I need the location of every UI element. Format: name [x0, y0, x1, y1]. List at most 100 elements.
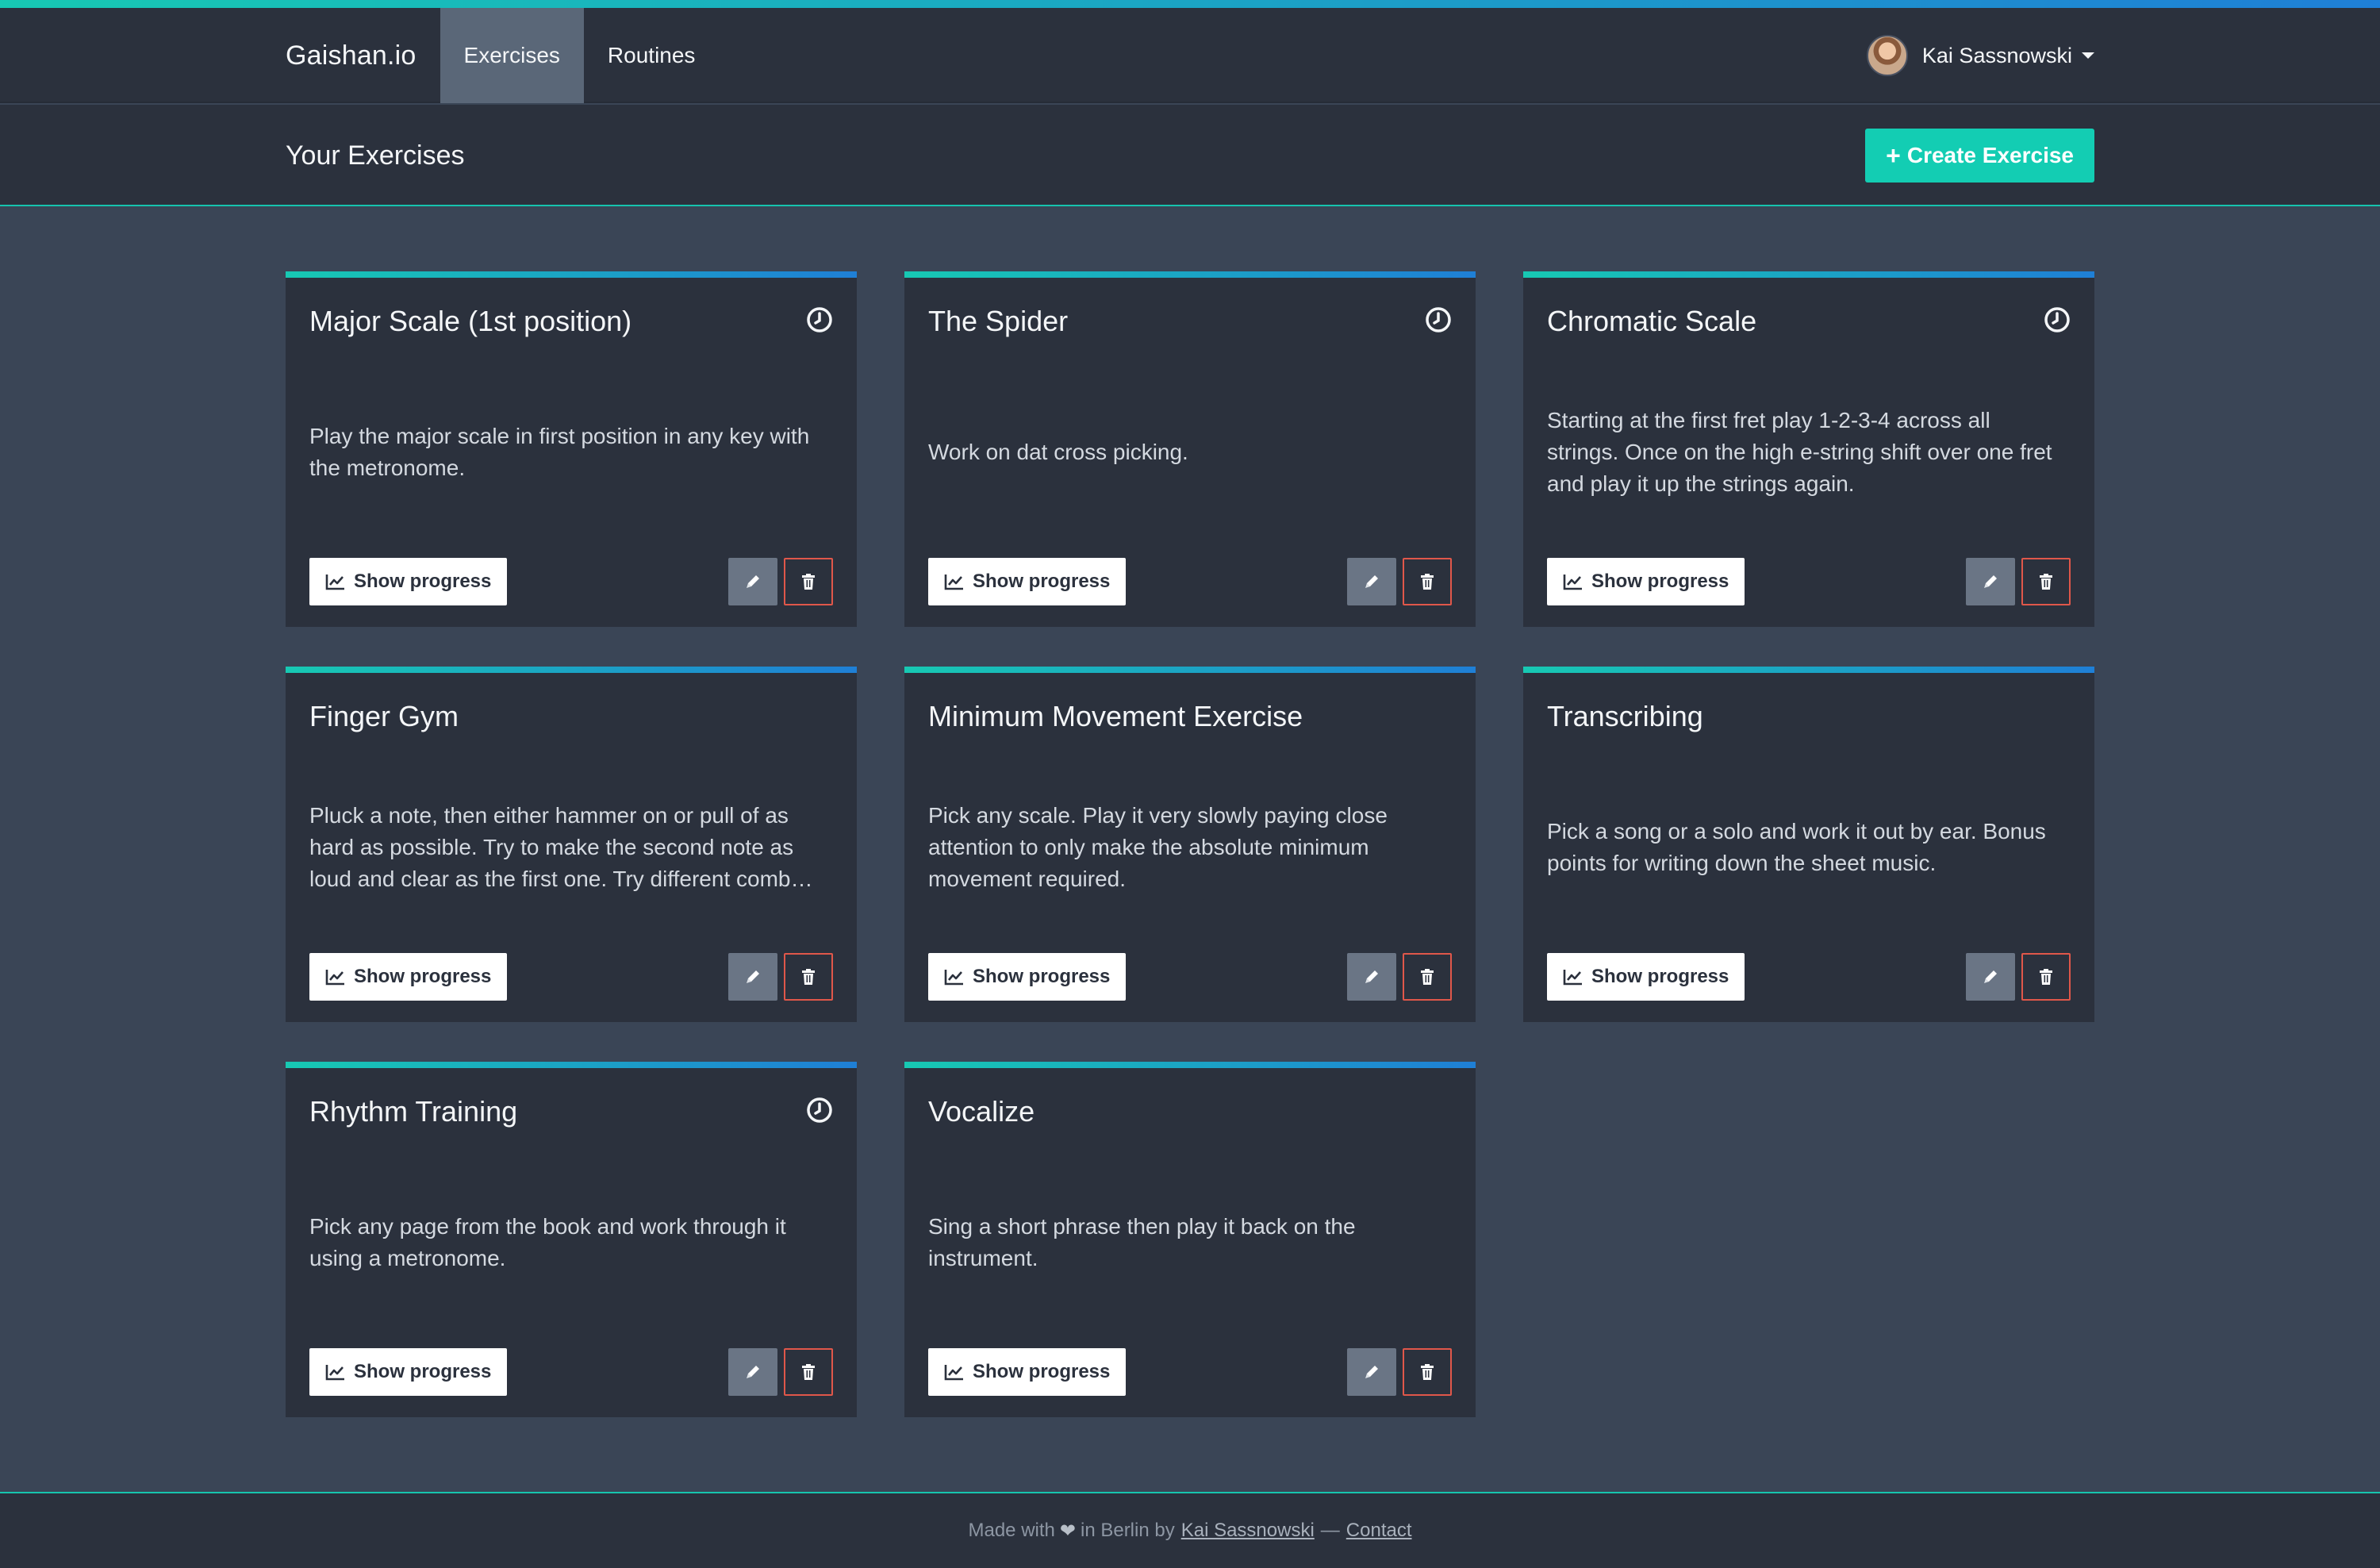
exercise-title: Minimum Movement Exercise: [928, 700, 1303, 732]
exercise-card: Vocalize Sing a short phrase then play i…: [904, 1062, 1476, 1417]
delete-button[interactable]: [2021, 953, 2071, 1001]
delete-button[interactable]: [784, 1348, 833, 1396]
delete-button[interactable]: [1403, 558, 1452, 605]
exercise-title: The Spider: [928, 305, 1069, 337]
exercise-grid: Major Scale (1st position) Play the majo…: [286, 271, 2094, 1417]
heart-icon: ❤: [1059, 1520, 1076, 1542]
exercise-title: Vocalize: [928, 1095, 1035, 1128]
clock-icon[interactable]: [2044, 306, 2071, 333]
chart-line-icon: [1563, 575, 1582, 590]
exercise-card: Finger Gym Pluck a note, then either ham…: [286, 667, 857, 1022]
delete-button[interactable]: [1403, 1348, 1452, 1396]
delete-button[interactable]: [2021, 558, 2071, 605]
navbar-inner: Gaishan.io Exercises Routines Kai Sassno…: [286, 8, 2094, 103]
show-progress-button[interactable]: Show progress: [309, 1348, 508, 1396]
exercise-card: Chromatic Scale Starting at the first fr…: [1523, 271, 2094, 627]
delete-button[interactable]: [784, 558, 833, 605]
clock-icon[interactable]: [806, 1097, 833, 1124]
trash-icon: [802, 969, 815, 985]
navbar: Gaishan.io Exercises Routines Kai Sassno…: [0, 8, 2380, 103]
show-progress-button[interactable]: Show progress: [928, 1348, 1127, 1396]
exercise-description: Sing a short phrase then play it back on…: [928, 1214, 1356, 1270]
show-progress-button[interactable]: Show progress: [928, 953, 1127, 1001]
trash-icon: [802, 574, 815, 590]
show-progress-label: Show progress: [354, 966, 492, 987]
exercise-card: Transcribing Pick a song or a solo and w…: [1523, 667, 2094, 1022]
exercise-card: Rhythm Training Pick any page from the b…: [286, 1062, 857, 1417]
exercise-description: Work on dat cross picking.: [928, 440, 1188, 464]
pencil-icon: [747, 970, 759, 983]
trash-icon: [2040, 969, 2052, 985]
page-header-inner: Your Exercises + Create Exercise: [286, 105, 2094, 206]
show-progress-button[interactable]: Show progress: [1547, 953, 1745, 1001]
create-exercise-button[interactable]: + Create Exercise: [1865, 129, 2094, 183]
clock-icon[interactable]: [806, 306, 833, 333]
exercise-description-wrap: Pick any scale. Play it very slowly payi…: [928, 768, 1444, 927]
top-accent-bar: [0, 0, 2380, 8]
exercise-description: Pick any scale. Play it very slowly payi…: [928, 803, 1388, 891]
edit-button[interactable]: [1347, 1348, 1396, 1396]
exercise-card: Minimum Movement Exercise Pick any scale…: [904, 667, 1476, 1022]
delete-button[interactable]: [1403, 953, 1452, 1001]
chart-line-icon: [1563, 970, 1582, 986]
chevron-down-icon: [2082, 52, 2094, 59]
exercise-title: Transcribing: [1547, 700, 1703, 732]
trash-icon: [802, 1364, 815, 1380]
plus-icon: +: [1886, 140, 1901, 170]
chart-line-icon: [944, 970, 963, 986]
chart-line-icon: [325, 1365, 344, 1381]
show-progress-button[interactable]: Show progress: [928, 558, 1127, 605]
exercise-description: Pick a song or a solo and work it out by…: [1547, 819, 2046, 875]
edit-button[interactable]: [728, 953, 777, 1001]
show-progress-button[interactable]: Show progress: [1547, 558, 1745, 605]
footer-made-with: Made with: [968, 1520, 1055, 1541]
exercise-description-wrap: Play the major scale in first position i…: [309, 373, 825, 532]
show-progress-label: Show progress: [354, 1361, 492, 1382]
chart-line-icon: [325, 970, 344, 986]
exercise-description: Play the major scale in first position i…: [309, 424, 810, 480]
show-progress-label: Show progress: [973, 966, 1111, 987]
show-progress-label: Show progress: [1591, 571, 1729, 592]
exercise-description-wrap: Pluck a note, then either hammer on or p…: [309, 768, 825, 927]
exercise-title: Rhythm Training: [309, 1095, 518, 1128]
footer-in-berlin: in Berlin by: [1080, 1520, 1175, 1541]
nav-link-exercises[interactable]: Exercises: [440, 8, 584, 103]
trash-icon: [1421, 1364, 1434, 1380]
create-exercise-label: Create Exercise: [1906, 143, 2074, 167]
pencil-icon: [1365, 575, 1378, 588]
show-progress-button[interactable]: Show progress: [309, 558, 508, 605]
avatar: [1866, 35, 1908, 76]
page-title: Your Exercises: [286, 140, 465, 171]
footer-contact-link[interactable]: Contact: [1346, 1520, 1412, 1542]
exercise-title: Chromatic Scale: [1547, 305, 1757, 337]
edit-button[interactable]: [728, 1348, 777, 1396]
exercise-description-wrap: Work on dat cross picking.: [928, 373, 1444, 532]
edit-button[interactable]: [1347, 558, 1396, 605]
delete-button[interactable]: [784, 953, 833, 1001]
exercise-description-wrap: Pick a song or a solo and work it out by…: [1547, 768, 2063, 927]
nav-link-routines[interactable]: Routines: [584, 8, 720, 103]
footer: Made with ❤ in Berlin by Kai Sassnowski …: [0, 1492, 2380, 1568]
pencil-icon: [1984, 970, 1997, 983]
edit-button[interactable]: [1347, 953, 1396, 1001]
exercise-title: Major Scale (1st position): [309, 305, 632, 337]
show-progress-label: Show progress: [973, 571, 1111, 592]
clock-icon[interactable]: [1425, 306, 1452, 333]
edit-button[interactable]: [728, 558, 777, 605]
chart-line-icon: [944, 575, 963, 590]
brand-logo[interactable]: Gaishan.io: [286, 40, 416, 71]
exercise-description: Starting at the first fret play 1-2-3-4 …: [1547, 408, 2052, 496]
show-progress-label: Show progress: [1591, 966, 1729, 987]
exercise-card: The Spider Work on dat cross picking. Sh…: [904, 271, 1476, 627]
user-menu[interactable]: Kai Sassnowski: [1866, 35, 2094, 76]
exercise-description: Pluck a note, then either hammer on or p…: [309, 803, 813, 891]
footer-author-link[interactable]: Kai Sassnowski: [1181, 1520, 1315, 1542]
show-progress-button[interactable]: Show progress: [309, 953, 508, 1001]
exercise-description: Pick any page from the book and work thr…: [309, 1214, 786, 1270]
pencil-icon: [1365, 970, 1378, 983]
pencil-icon: [1365, 1366, 1378, 1378]
edit-button[interactable]: [1966, 558, 2015, 605]
chart-line-icon: [944, 1365, 963, 1381]
edit-button[interactable]: [1966, 953, 2015, 1001]
exercise-description-wrap: Pick any page from the book and work thr…: [309, 1163, 825, 1322]
